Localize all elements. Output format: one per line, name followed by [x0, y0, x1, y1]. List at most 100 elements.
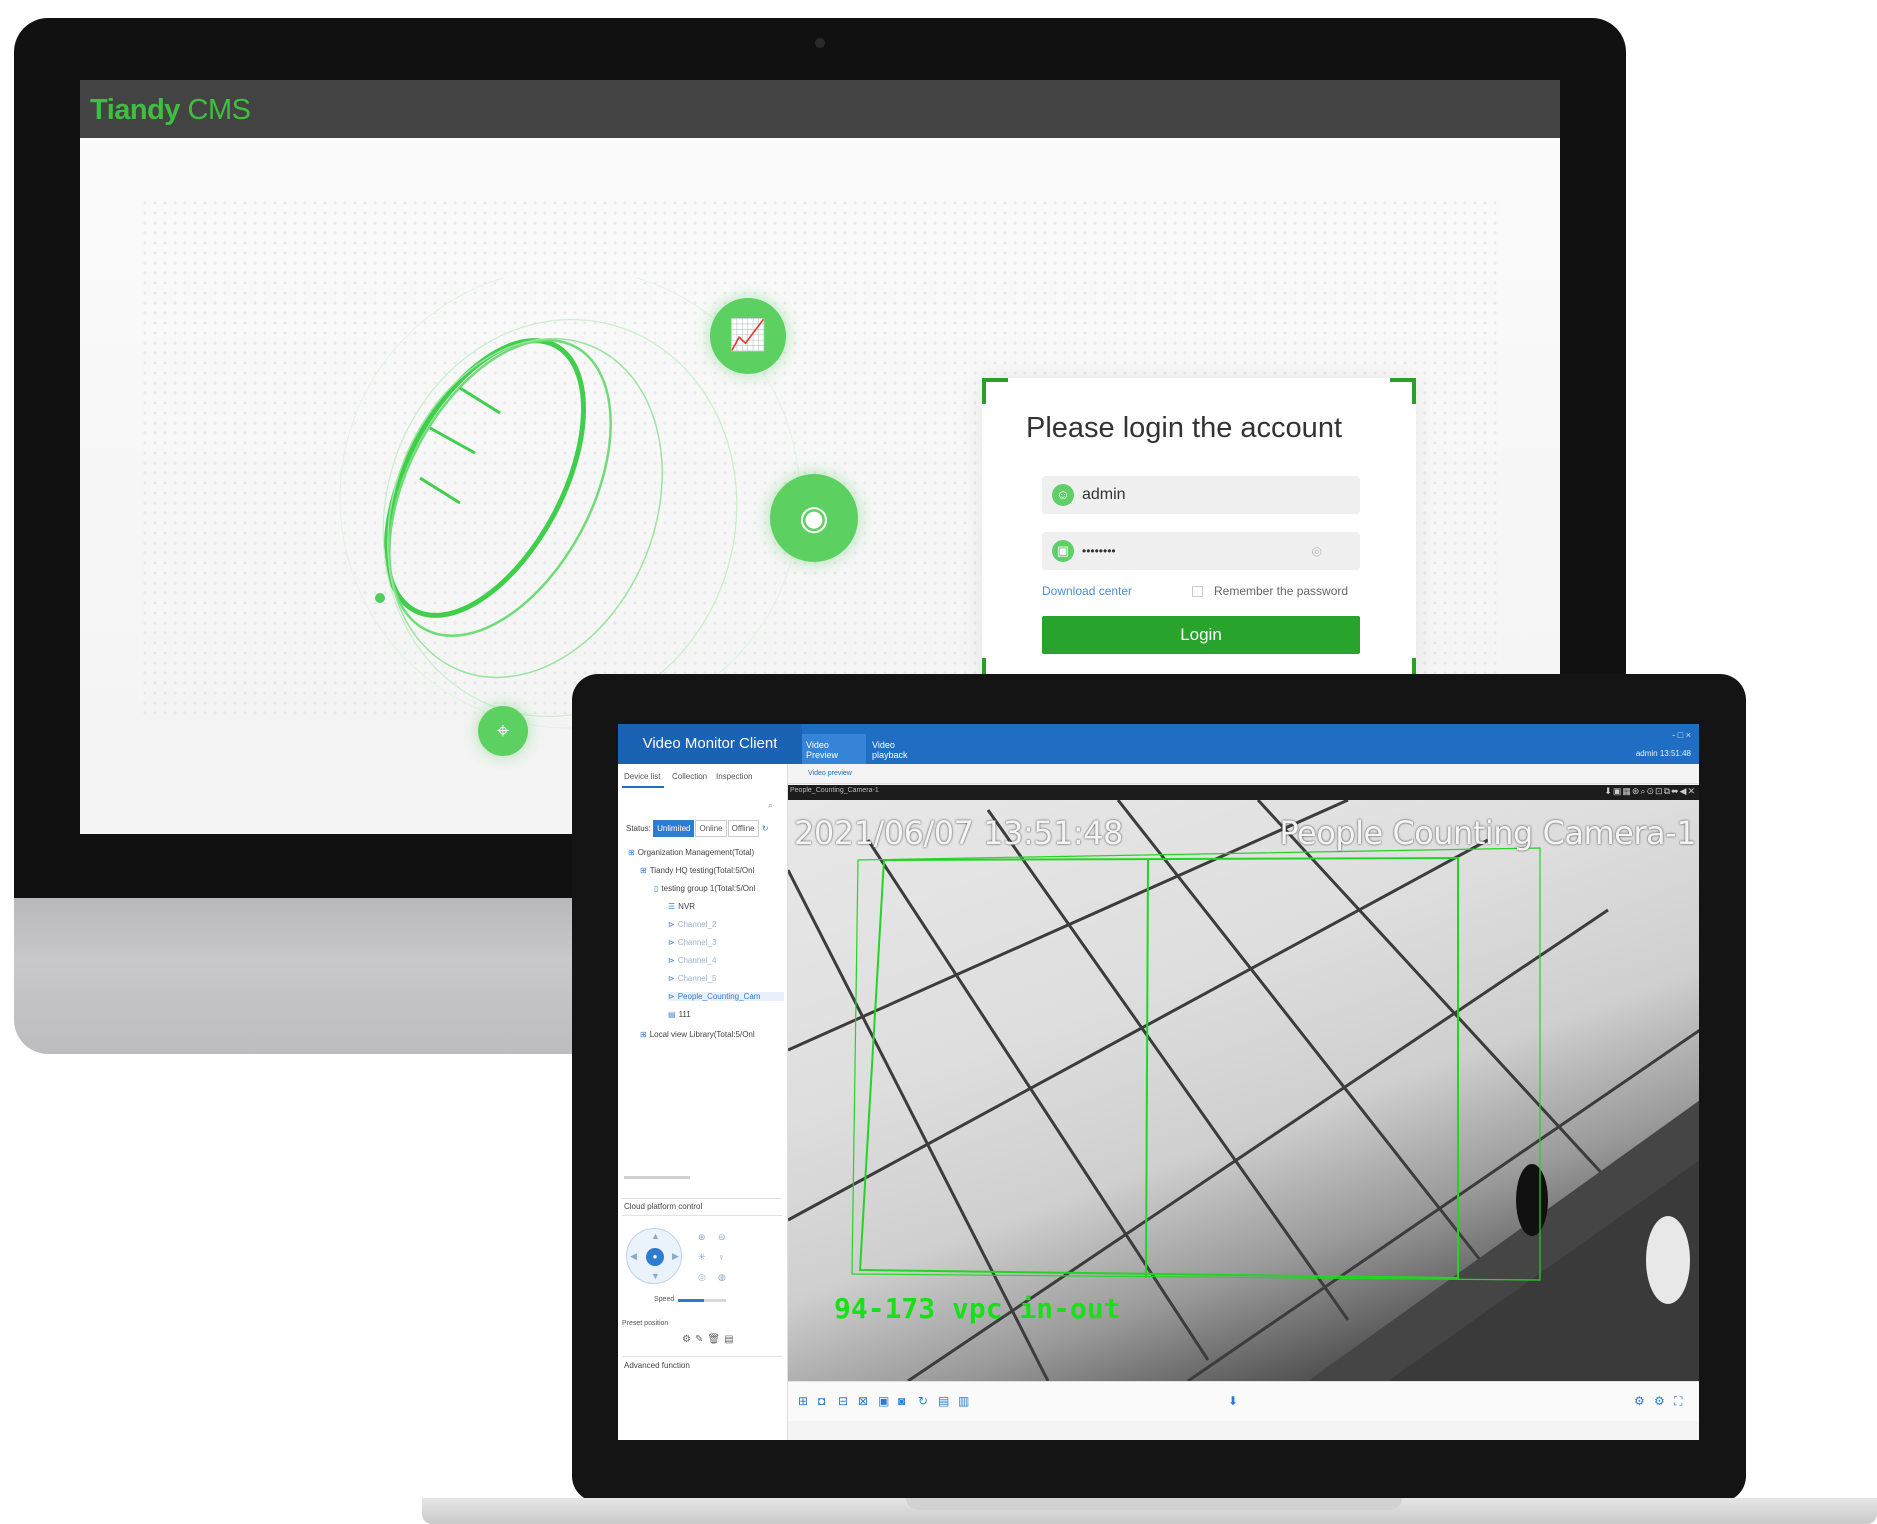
tree-item[interactable]: ▤ 111 — [668, 1010, 784, 1019]
split-icon[interactable]: ⊟ — [838, 1394, 848, 1408]
advanced-function-header[interactable]: Advanced function — [622, 1356, 782, 1374]
status-label: Status: — [626, 824, 651, 833]
status-unlimited-button[interactable]: Unlimited — [653, 820, 695, 837]
org-icon: ⊞ — [640, 1030, 647, 1039]
focus-far-icon[interactable]: ♀ — [718, 1252, 725, 1262]
status-offline-button[interactable]: Offline — [727, 820, 759, 837]
speed-slider[interactable] — [678, 1299, 726, 1302]
tree-item[interactable]: ▯ testing group 1(Total:5/Onl — [654, 884, 784, 893]
refresh-icon[interactable]: ↻ — [918, 1394, 928, 1408]
osd-camera-name: People Counting Camera-1 — [1279, 814, 1696, 852]
tree-item[interactable]: ⊞ Tiandy HQ testing(Total:5/Onl — [640, 866, 784, 875]
ptz-section-header[interactable]: Cloud platform control — [622, 1198, 782, 1216]
camera-icon: ◉ — [770, 474, 858, 562]
comment-icon[interactable]: ▥ — [958, 1394, 969, 1408]
remember-password-checkbox[interactable] — [1192, 586, 1203, 597]
map-pin-icon: ⌖ — [478, 706, 528, 756]
camera-channel-icon: ⊳ — [668, 992, 675, 1001]
nvr-icon: ▤ — [668, 1010, 676, 1019]
user-icon: ☺ — [1052, 484, 1074, 506]
login-title: Please login the account — [1026, 412, 1342, 444]
refresh-icon[interactable]: ↻ — [762, 824, 769, 833]
ptz-center-button[interactable]: ● — [646, 1248, 664, 1266]
folder-icon: ▯ — [654, 884, 659, 893]
osd-people-count: 94-173 vpc in-out — [834, 1292, 1121, 1325]
video-monitor-client: Video Monitor Client Video Preview Video… — [618, 724, 1699, 1440]
tab-inspection[interactable]: Inspection — [716, 772, 752, 781]
tree-item[interactable]: ⊳ Channel_4 — [668, 956, 784, 965]
remember-password-label: Remember the password — [1214, 584, 1349, 598]
gear-icon[interactable]: ⚙ — [1654, 1394, 1665, 1408]
corner-bracket — [1390, 378, 1416, 404]
app-title: Video Monitor Client — [618, 724, 802, 764]
message-icon[interactable]: ▤ — [938, 1394, 949, 1408]
tab-collection[interactable]: Collection — [672, 772, 707, 781]
cms-logo: Tiandy CMS — [90, 94, 251, 127]
tree-item-selected[interactable]: ⊳ People_Counting_Cam — [668, 992, 784, 1001]
preset-edit-icon[interactable]: ✎ — [695, 1334, 707, 1345]
fullscreen-icon[interactable]: ⛶ — [1674, 1394, 1682, 1409]
arrow-right-icon[interactable]: ▶ — [672, 1251, 679, 1262]
camera-channel-icon: ⊳ — [668, 956, 675, 965]
tab-video-preview[interactable]: Video Preview — [802, 734, 866, 764]
logo-product: CMS — [187, 94, 251, 126]
preset-delete-icon[interactable]: 🗑 — [707, 1334, 724, 1345]
ptz-direction-wheel[interactable]: ● ▲ ▼ ◀ ▶ — [626, 1228, 682, 1284]
preview-subtab[interactable]: Video preview — [788, 764, 1699, 784]
arrow-up-icon[interactable]: ▲ — [651, 1231, 660, 1241]
tree-item[interactable]: ⊞ Local view Library(Total:5/Onl — [640, 1030, 784, 1039]
corner-bracket — [982, 378, 1008, 404]
status-online-button[interactable]: Online — [695, 820, 727, 837]
scrollbar[interactable] — [624, 1176, 690, 1179]
tree-item[interactable]: ⊳ Channel_5 — [668, 974, 784, 983]
download-icon[interactable]: ⬇ — [1228, 1394, 1238, 1408]
zoom-in-icon[interactable]: ⊕ — [698, 1232, 706, 1243]
iris-open-icon[interactable]: ◎ — [698, 1272, 706, 1283]
iris-close-icon[interactable]: ◍ — [718, 1272, 726, 1283]
snapshot-icon[interactable]: ◘ — [818, 1394, 825, 1408]
active-tab-indicator — [622, 786, 664, 788]
speed-slider-fill — [678, 1299, 705, 1302]
record-icon[interactable]: ◙ — [898, 1394, 905, 1408]
download-center-link[interactable]: Download center — [1042, 584, 1132, 598]
tab-video-playback[interactable]: Video playback — [868, 734, 934, 764]
login-button[interactable]: Login — [1042, 616, 1360, 654]
tree-item[interactable]: ☰ NVR — [668, 902, 784, 911]
tree-item[interactable]: ⊞ Organization Management(Total) — [628, 848, 784, 857]
preset-list-icon[interactable]: ▤ — [724, 1334, 737, 1345]
lock-icon: ▣ — [1052, 540, 1074, 562]
org-icon: ⊞ — [640, 866, 647, 875]
arrow-left-icon[interactable]: ◀ — [630, 1251, 637, 1262]
cms-topbar: Tiandy CMS — [80, 80, 1560, 138]
video-window-toolbar[interactable]: ⬇▣▦⊛⌕⊙⊡⧉⬌◀✕ — [1604, 786, 1696, 797]
arrow-down-icon[interactable]: ▼ — [651, 1271, 660, 1281]
username-field[interactable]: ☺ admin — [1042, 476, 1360, 514]
password-field[interactable]: ▣ •••••••• ◎ — [1042, 532, 1360, 570]
status-filter-row: Status: Unlimited Online Offline ↻ — [626, 820, 786, 838]
monitor-icon[interactable]: ▣ — [878, 1394, 889, 1408]
settings-icon[interactable]: ⚙ — [1634, 1394, 1645, 1408]
laptop-hinge-notch — [906, 1498, 1402, 1510]
org-icon: ⊞ — [628, 848, 635, 857]
preset-call-icon[interactable]: ⚙ — [682, 1334, 695, 1345]
tab-device-list[interactable]: Device list — [624, 772, 660, 781]
zoom-out-icon[interactable]: ⊖ — [718, 1232, 726, 1243]
chart-monitor-icon: 📈 — [710, 298, 786, 374]
osd-timestamp: 2021/06/07 13:51:48 — [794, 814, 1123, 852]
tree-item[interactable]: ⊳ Channel_3 — [668, 938, 784, 947]
focus-near-icon[interactable]: ✳ — [698, 1252, 706, 1263]
camera-channel-icon: ⊳ — [668, 938, 675, 947]
layout-icon[interactable]: ⊞ — [798, 1394, 808, 1408]
eye-icon[interactable]: ◎ — [1312, 544, 1322, 558]
search-icon[interactable]: ⌕ — [768, 800, 773, 811]
split4-icon[interactable]: ⊠ — [858, 1394, 868, 1408]
video-window[interactable]: People_Counting_Camera-1 ⬇▣▦⊛⌕⊙⊡⧉⬌◀✕ 202… — [788, 785, 1699, 1381]
user-time: admin 13:51:48 — [1635, 749, 1691, 758]
window-controls[interactable]: - □ × — [1672, 730, 1691, 740]
camera-channel-icon: ⊳ — [668, 974, 675, 983]
preset-position-label: Preset position — [622, 1320, 669, 1327]
tree-item[interactable]: ⊳ Channel_2 — [668, 920, 784, 929]
login-card: Please login the account ☺ admin ▣ •••••… — [982, 378, 1416, 684]
preset-toolbar: ⚙✎🗑▤ — [682, 1334, 738, 1345]
logo-brand: Tiandy — [90, 94, 180, 126]
